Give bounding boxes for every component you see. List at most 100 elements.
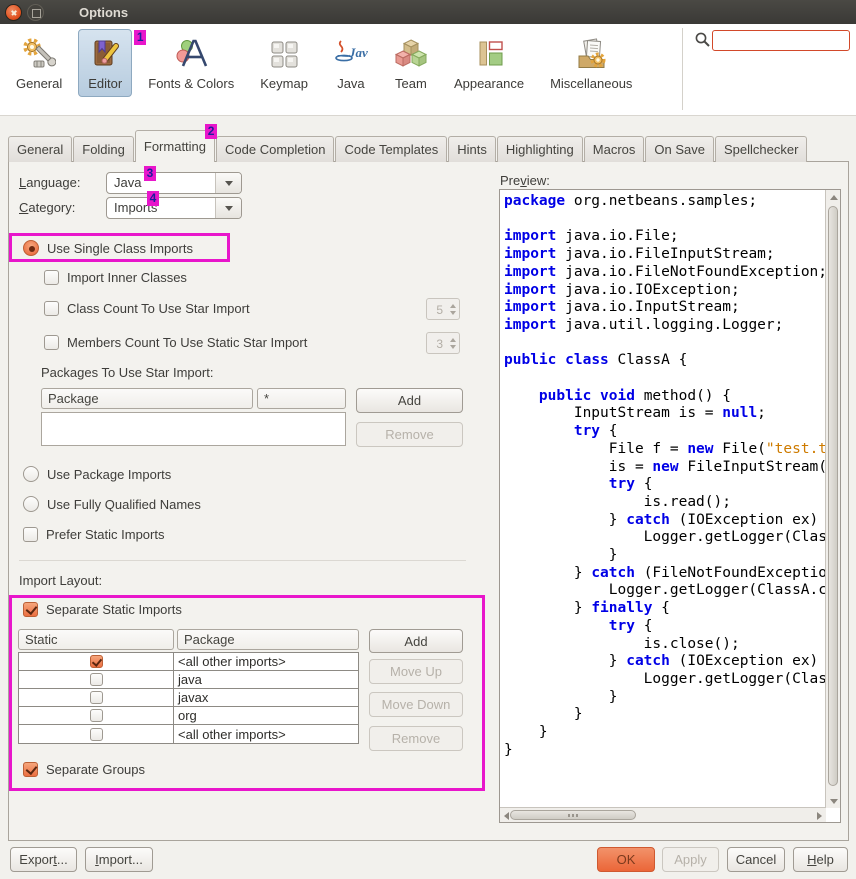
members-count-spinner[interactable]: 3 [426,332,460,354]
class-count-value: 5 [427,299,446,319]
tab-on-save[interactable]: On Save [645,136,714,162]
packages-remove-button[interactable]: Remove [356,422,463,447]
packages-star-table[interactable] [41,412,346,446]
restore-window-icon[interactable] [27,4,44,21]
separate-groups-label: Separate Groups [46,762,145,777]
use-fully-qualified-radio[interactable] [23,496,39,512]
horizontal-scrollbar-thumb[interactable] [510,810,636,820]
import-layout-label: Import Layout: [19,573,102,588]
tab-highlighting[interactable]: Highlighting [497,136,583,162]
annotation-badge-4: 4 [147,191,159,206]
import-button[interactable]: Import... [85,847,153,872]
category-java[interactable]: Java Java [324,29,378,97]
package-cell: java [174,671,358,688]
prefer-static-imports-label: Prefer Static Imports [46,527,164,542]
scroll-up-icon[interactable] [830,195,838,200]
import-inner-classes-label: Import Inner Classes [67,270,187,285]
category-label: Appearance [454,76,524,91]
category-miscellaneous[interactable]: Miscellaneous [540,29,642,97]
static-column-header[interactable]: Static [18,629,174,650]
package-column-header[interactable]: Package [177,629,359,650]
category-editor[interactable]: Editor 1 [78,29,132,97]
static-checkbox[interactable] [90,673,103,686]
tab-general[interactable]: General [8,136,72,162]
category-label: General [16,76,62,91]
tab-spellchecker[interactable]: Spellchecker [715,136,807,162]
prefer-static-imports-checkbox[interactable] [23,527,38,542]
table-row[interactable]: <all other imports> [19,653,358,671]
separate-groups-checkbox[interactable] [23,762,38,777]
category-label: Fonts & Colors [148,76,234,91]
layout-move-up-button[interactable]: Move Up [369,659,463,684]
separate-static-imports-label: Separate Static Imports [46,602,182,617]
layout-remove-button[interactable]: Remove [369,726,463,751]
cancel-button[interactable]: Cancel [727,847,785,872]
category-team[interactable]: Team [384,29,438,97]
category-keymap[interactable]: Keymap [250,29,318,97]
category-fonts-colors[interactable]: Fonts & Colors [138,29,244,97]
formatting-panel: Language: Java 3 Category: Imports 4 Use… [8,161,849,841]
separate-static-imports-checkbox[interactable] [23,602,38,617]
use-fully-qualified-label: Use Fully Qualified Names [47,497,201,512]
category-value: Imports [107,198,215,218]
language-value: Java [107,173,215,193]
category-label: Java [337,76,364,91]
layout-add-button[interactable]: Add [369,629,463,653]
scroll-right-icon[interactable] [817,812,822,820]
category-combobox[interactable]: Imports [106,197,242,219]
appearance-layout-icon [472,37,506,71]
options-toolbar: General Editor 1 Fonts & Colors [0,24,856,116]
star-column-header[interactable]: * [257,388,346,409]
use-package-imports-radio[interactable] [23,466,39,482]
spinner-arrows-icon[interactable] [446,333,459,353]
static-checkbox[interactable] [90,709,103,722]
members-count-value: 3 [427,333,446,353]
vertical-scrollbar-thumb[interactable] [828,206,838,786]
spinner-arrows-icon[interactable] [446,299,459,319]
import-inner-classes-checkbox[interactable] [44,270,59,285]
tab-hints[interactable]: Hints [448,136,496,162]
tab-folding[interactable]: Folding [73,136,134,162]
category-label: Keymap [260,76,308,91]
language-combobox[interactable]: Java [106,172,242,194]
vertical-scrollbar[interactable] [825,190,840,808]
static-checkbox[interactable] [90,655,103,668]
class-count-spinner[interactable]: 5 [426,298,460,320]
table-row[interactable]: javax [19,689,358,707]
static-checkbox[interactable] [90,691,103,704]
tab-code-completion[interactable]: Code Completion [216,136,334,162]
import-layout-table-body[interactable]: <all other imports>javajavaxorg<all othe… [18,652,359,744]
apply-button[interactable]: Apply [662,847,719,872]
chevron-down-icon [215,198,241,218]
scroll-left-icon[interactable] [504,812,509,820]
class-count-star-checkbox[interactable] [44,301,59,316]
category-general[interactable]: General [6,29,72,97]
use-single-class-imports-radio[interactable] [23,240,39,256]
preview-label: Preview: [500,173,550,188]
close-window-icon[interactable] [5,4,22,21]
members-count-star-checkbox[interactable] [44,335,59,350]
use-package-imports-label: Use Package Imports [47,467,171,482]
tab-code-templates[interactable]: Code Templates [335,136,447,162]
package-cell: <all other imports> [174,653,358,670]
window-title: Options [79,5,128,20]
table-row[interactable]: <all other imports> [19,725,358,743]
search-input[interactable] [712,30,850,51]
tab-macros[interactable]: Macros [584,136,645,162]
packages-add-button[interactable]: Add [356,388,463,413]
table-row[interactable]: org [19,707,358,725]
horizontal-scrollbar[interactable] [500,807,826,822]
category-appearance[interactable]: Appearance [444,29,534,97]
ok-button[interactable]: OK [597,847,655,872]
layout-move-down-button[interactable]: Move Down [369,692,463,717]
search-icon [694,31,711,48]
editor-book-pencil-icon [88,37,122,71]
table-row[interactable]: java [19,671,358,689]
static-checkbox[interactable] [90,728,103,741]
scroll-down-icon[interactable] [830,799,838,804]
help-button[interactable]: Help [793,847,848,872]
package-column-header[interactable]: Package [41,388,253,409]
tab-formatting[interactable]: Formatting 2 [135,130,215,162]
export-button[interactable]: Export... [10,847,77,872]
toolbar-divider [682,28,683,110]
